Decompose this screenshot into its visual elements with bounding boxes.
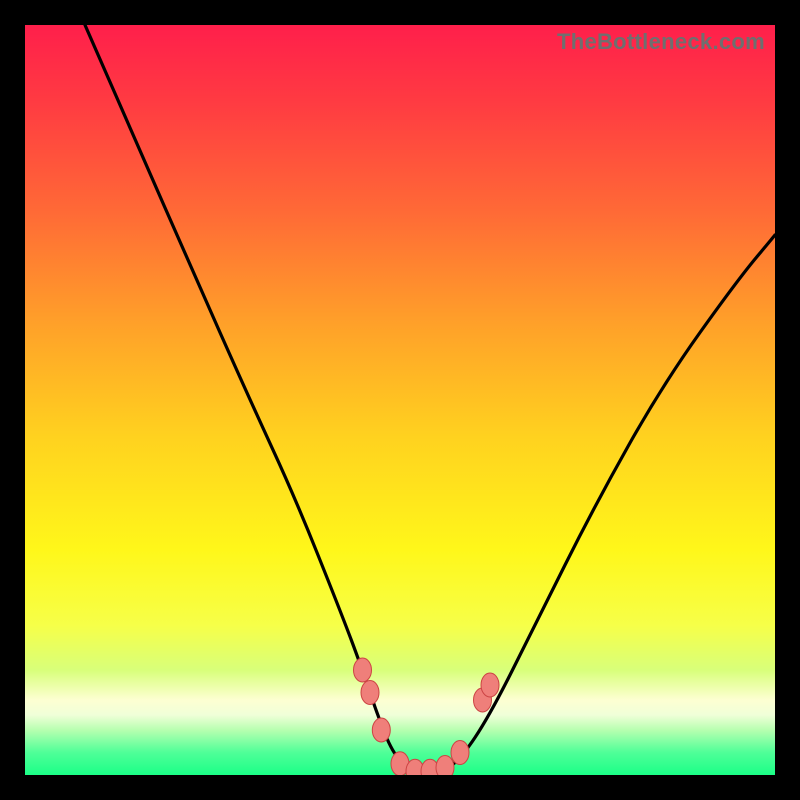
marker-dot [354, 658, 372, 682]
curve-layer [25, 25, 775, 775]
marker-dot [372, 718, 390, 742]
plot-area: TheBottleneck.com [25, 25, 775, 775]
marker-group [354, 658, 500, 775]
chart-frame: TheBottleneck.com [0, 0, 800, 800]
marker-dot [361, 681, 379, 705]
marker-dot [436, 756, 454, 776]
marker-dot [481, 673, 499, 697]
marker-dot [451, 741, 469, 765]
bottleneck-curve [85, 25, 775, 775]
